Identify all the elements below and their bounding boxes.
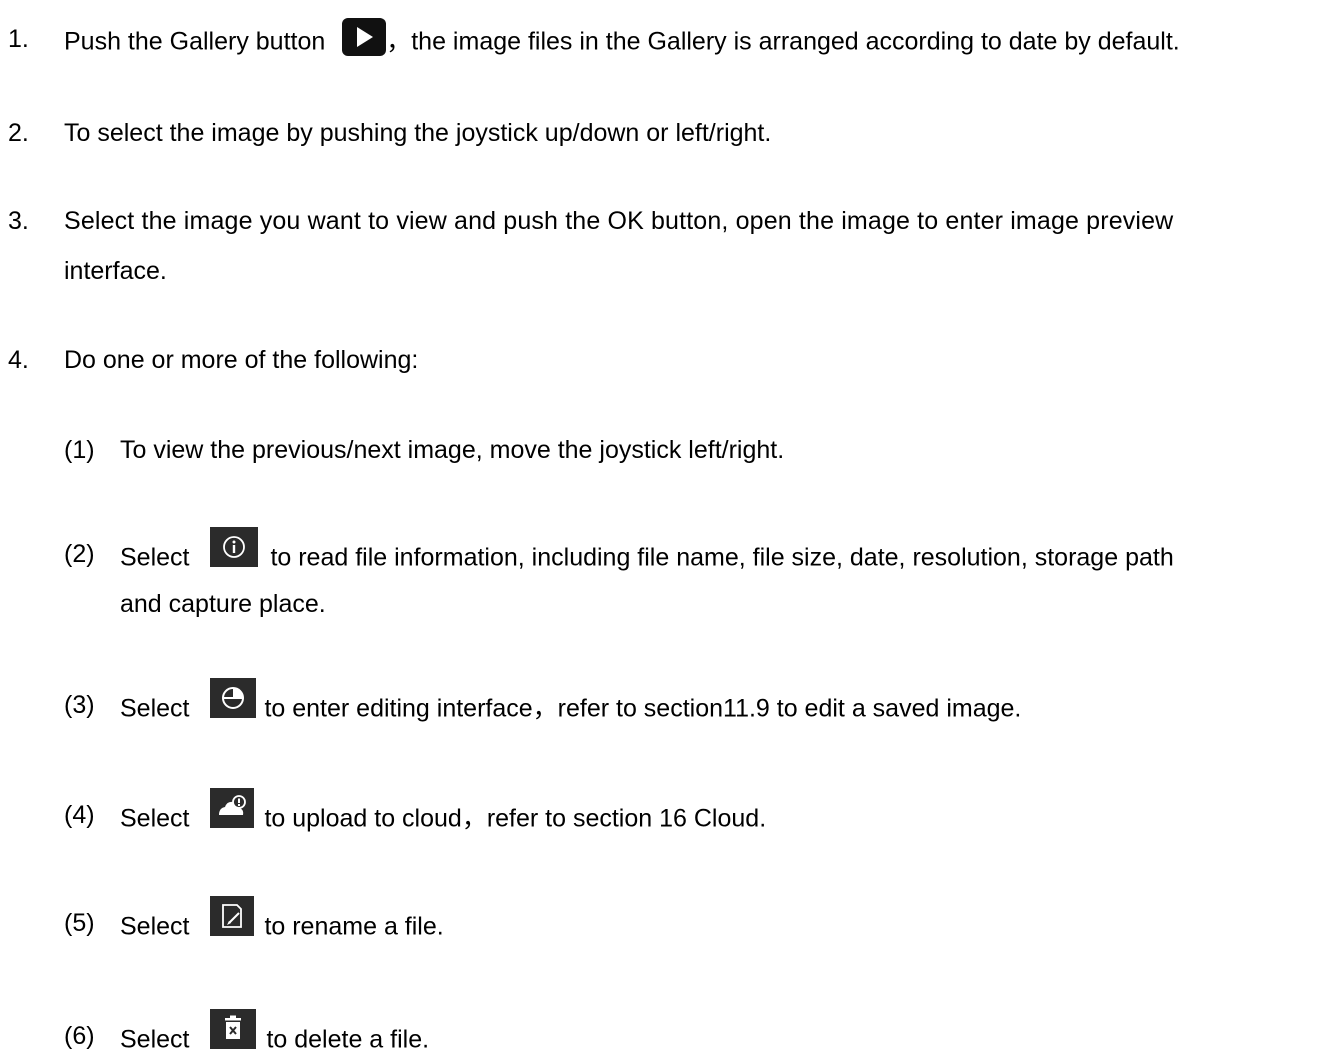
substep-6-number: (6) — [64, 1022, 95, 1050]
rename-icon — [210, 896, 255, 936]
info-icon — [210, 527, 259, 567]
substep-1-number: (1) — [64, 436, 95, 464]
step-3-text-line2: interface. — [64, 257, 167, 285]
step-1-number: 1. — [8, 25, 29, 53]
substep-2-text: Select to read file information, includi… — [120, 527, 1174, 579]
step-4-text: Do one or more of the following: — [64, 346, 419, 374]
substep-6-text: Select to delete a file. — [120, 1009, 430, 1061]
substep-6-text-after: to delete a file. — [266, 1025, 430, 1054]
substep-3-select-label: Select — [120, 694, 190, 723]
substep-2-select-label: Select — [120, 543, 190, 572]
substep-6-select-label: Select — [120, 1025, 190, 1054]
manual-page: { "steps": [ { "number": "1.", "text_bef… — [0, 0, 1322, 1054]
substep-3-text-after: to enter editing interface，refer to sect… — [264, 694, 1022, 723]
edit-pie-icon — [210, 678, 257, 718]
step-1-text-before: Push the Gallery button — [64, 27, 326, 56]
step-3-text-line1: Select the image you want to view and pu… — [64, 207, 1174, 235]
substep-4-select-label: Select — [120, 804, 190, 833]
substep-3-number: (3) — [64, 691, 95, 719]
substep-5-text: Select to rename a file. — [120, 896, 444, 948]
play-icon — [342, 18, 387, 56]
cloud-upload-icon — [210, 788, 255, 828]
step-2-text: To select the image by pushing the joyst… — [64, 119, 772, 147]
substep-1-text: To view the previous/next image, move th… — [120, 436, 785, 464]
step-1-text-after: ，the image files in the Gallery is arran… — [386, 27, 1180, 56]
step-1-text: Push the Gallery button ，the image files… — [64, 18, 1180, 62]
step-2-number: 2. — [8, 119, 29, 147]
substep-4-number: (4) — [64, 801, 95, 829]
step-3-number: 3. — [8, 207, 29, 235]
substep-5-number: (5) — [64, 909, 95, 937]
substep-3-text: Select to enter editing interface，refer … — [120, 678, 1022, 730]
substep-5-text-after: to rename a file. — [264, 912, 444, 941]
step-4-number: 4. — [8, 346, 29, 374]
substep-4-text: Select to upload to cloud，refer to secti… — [120, 788, 767, 840]
substep-4-text-after: to upload to cloud，refer to section 16 C… — [264, 804, 767, 833]
delete-icon — [210, 1009, 257, 1049]
substep-2-number: (2) — [64, 540, 95, 568]
substep-2-text-line2: and capture place. — [120, 590, 326, 618]
substep-5-select-label: Select — [120, 912, 190, 941]
substep-2-text-after: to read file information, including file… — [270, 543, 1174, 572]
